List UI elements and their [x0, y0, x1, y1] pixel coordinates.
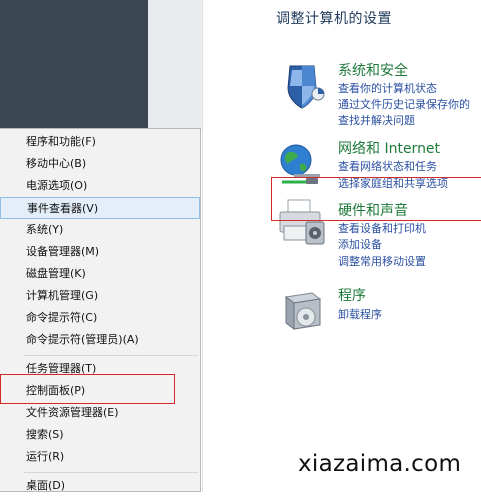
page-title: 调整计算机的设置: [276, 11, 392, 27]
menu-item-system[interactable]: 系统(Y): [0, 219, 200, 241]
category-title[interactable]: 系统和安全: [338, 60, 408, 80]
menu-item-power-options[interactable]: 电源选项(O): [0, 175, 200, 197]
link-network-status[interactable]: 查看网络状态和任务: [338, 158, 437, 174]
link-view-computer-status[interactable]: 查看你的计算机状态: [338, 80, 437, 96]
context-menu: 程序和功能(F) 移动中心(B) 电源选项(O) 事件查看器(V) 系统(Y) …: [0, 128, 201, 492]
category-title[interactable]: 网络和 Internet: [338, 138, 440, 158]
link-mobility-settings[interactable]: 调整常用移动设置: [338, 253, 426, 269]
menu-separator: [24, 355, 198, 356]
programs-box-icon: [284, 292, 322, 330]
link-find-fix-problems[interactable]: 查找并解决问题: [338, 112, 415, 128]
category-title[interactable]: 程序: [338, 285, 366, 305]
window-divider: [202, 0, 203, 492]
menu-item-programs-features[interactable]: 程序和功能(F): [0, 131, 200, 153]
menu-item-command-prompt-admin[interactable]: 命令提示符(管理员)(A): [0, 329, 200, 351]
link-uninstall-program[interactable]: 卸载程序: [338, 306, 382, 322]
menu-item-search[interactable]: 搜索(S): [0, 424, 200, 446]
link-devices-printers[interactable]: 查看设备和打印机: [338, 220, 426, 236]
highlight-box-hardware: [271, 177, 481, 221]
menu-item-command-prompt[interactable]: 命令提示符(C): [0, 307, 200, 329]
watermark: xiazaima.com: [298, 451, 462, 477]
shield-icon: [287, 65, 325, 109]
menu-item-device-manager[interactable]: 设备管理器(M): [0, 241, 200, 263]
desktop-panel: [148, 0, 202, 130]
menu-item-event-viewer[interactable]: 事件查看器(V): [0, 197, 200, 219]
highlight-box-control-panel: [0, 374, 175, 404]
menu-separator: [24, 472, 198, 473]
link-add-device[interactable]: 添加设备: [338, 236, 382, 252]
menu-item-file-explorer[interactable]: 文件资源管理器(E): [0, 402, 200, 424]
menu-item-mobility-center[interactable]: 移动中心(B): [0, 153, 200, 175]
menu-item-computer-management[interactable]: 计算机管理(G): [0, 285, 200, 307]
menu-item-run[interactable]: 运行(R): [0, 446, 200, 468]
menu-item-desktop[interactable]: 桌面(D): [0, 475, 200, 497]
menu-item-disk-management[interactable]: 磁盘管理(K): [0, 263, 200, 285]
link-file-history[interactable]: 通过文件历史记录保存你的: [338, 96, 470, 112]
